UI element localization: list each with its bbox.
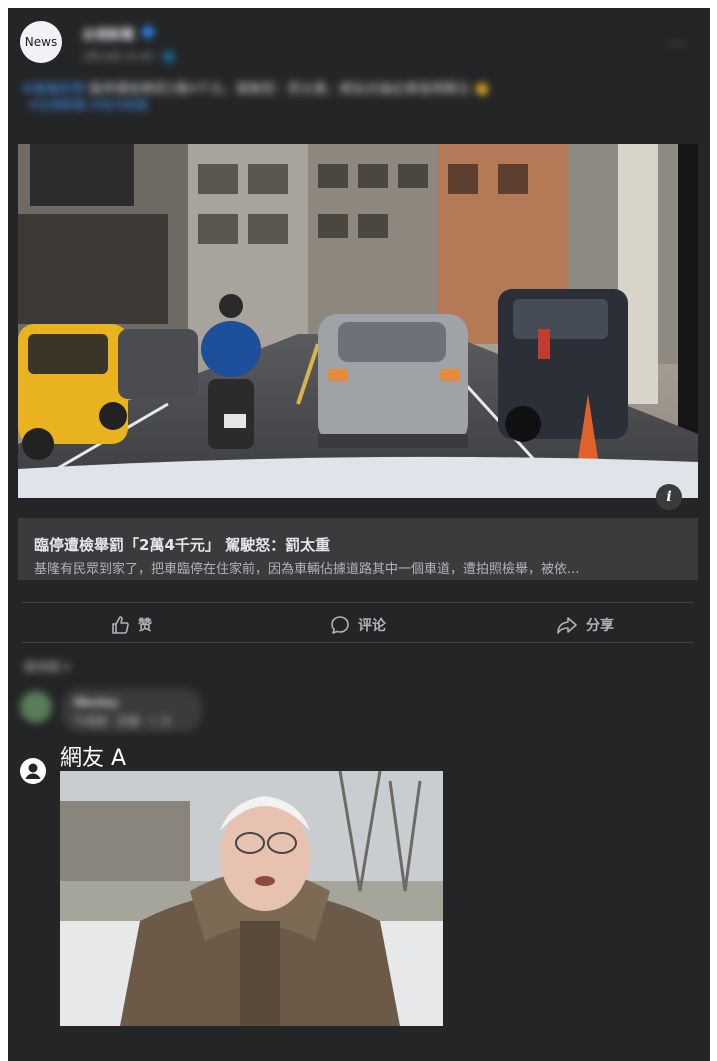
post-hashtags[interactable]: #台視新聞 #地方新聞 [28,96,148,113]
comment-bubble: Wesley 不需要 · 回覆 · 1 天 [62,688,202,732]
share-label: 分享 [586,618,614,634]
comment-bubble-icon [330,615,350,635]
post-body: 臨停遭檢舉罰2萬4千元，駕駛怒：罰太重，網友討論此事值得關注 👏 [84,82,490,97]
comment-text: 不需要 · 回覆 · 1 天 [74,715,172,728]
divider-top [22,602,694,603]
thumbs-up-icon [110,615,130,635]
page-avatar[interactable]: News [20,21,62,63]
meme-image[interactable] [60,771,443,1026]
netizen-name[interactable]: 網友 A [60,740,126,772]
comment-label: 评论 [358,618,386,634]
commenter-name[interactable]: Wesley [74,696,118,709]
verified-icon [142,26,154,38]
comment-sort-dropdown[interactable]: 最相關 ▾ [24,658,70,675]
user-avatar-icon[interactable] [20,758,46,784]
page-name[interactable]: 台視新聞 [82,24,134,43]
link-headline[interactable]: 臨停遭檢舉罰「2萬4千元」 駕駛怒：罰太重 [34,534,330,555]
info-icon[interactable]: i [656,484,682,510]
more-options-button[interactable]: ··· [668,34,686,53]
link-snippet: 基隆有民眾到家了，把車臨停在住家前，因為車輛佔據道路其中一個車道，遭拍照檢舉，被… [34,562,580,577]
news-photo[interactable] [18,144,698,498]
like-label: 赞 [138,618,152,634]
post-text: #基隆民眾 臨停遭檢舉罰2萬4千元，駕駛怒：罰太重，網友討論此事值得關注 👏 [22,78,490,97]
hashtag-link[interactable]: #基隆民眾 [22,82,85,97]
avatar-label: News [24,35,58,49]
share-arrow-icon [556,615,578,635]
post-timestamp[interactable]: 1月14日 21:43 · 🌐 [82,48,175,63]
share-button[interactable]: 分享 [556,612,614,638]
comment-button[interactable]: 评论 [330,612,386,638]
post-card: News 台視新聞 1月14日 21:43 · 🌐 ··· #基隆民眾 臨停遭檢… [8,8,710,1061]
link-preview[interactable]: 臨停遭檢舉罰「2萬4千元」 駕駛怒：罰太重 基隆有民眾到家了，把車臨停在住家前，… [18,518,698,580]
commenter-avatar[interactable] [20,691,52,723]
divider-bottom [22,642,694,643]
like-button[interactable]: 赞 [110,612,152,638]
